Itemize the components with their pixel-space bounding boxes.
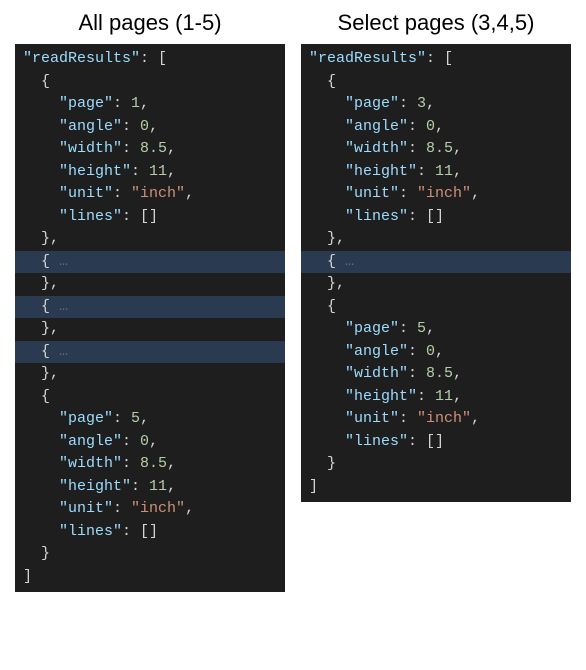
collapsed-fold[interactable]: { … (15, 251, 285, 274)
ellipsis-icon: … (336, 253, 354, 270)
code-line: { (301, 71, 571, 94)
code-line: }, (15, 273, 285, 296)
code-line: "angle": 0, (15, 116, 285, 139)
ellipsis-icon: … (50, 253, 68, 270)
code-line: }, (15, 318, 285, 341)
panel-title: All pages (1-5) (78, 10, 221, 36)
code-line: "page": 5, (15, 408, 285, 431)
code-line: "height": 11, (301, 386, 571, 409)
collapsed-fold[interactable]: { … (15, 341, 285, 364)
code-line: }, (301, 273, 571, 296)
panel-select-pages: Select pages (3,4,5) "readResults": [ { … (301, 10, 571, 592)
collapsed-fold[interactable]: { … (15, 296, 285, 319)
code-line: "lines": [] (15, 521, 285, 544)
ellipsis-icon: … (50, 298, 68, 315)
code-line: }, (15, 228, 285, 251)
code-line: ] (301, 476, 571, 499)
code-line: { (301, 296, 571, 319)
code-line: } (15, 543, 285, 566)
code-line: "width": 8.5, (301, 363, 571, 386)
code-line: "page": 1, (15, 93, 285, 116)
code-line: "page": 5, (301, 318, 571, 341)
code-line: }, (15, 363, 285, 386)
code-line: "readResults": [ (301, 48, 571, 71)
code-line: "height": 11, (301, 161, 571, 184)
code-line: }, (301, 228, 571, 251)
code-line: "readResults": [ (15, 48, 285, 71)
code-block-all-pages: "readResults": [ { "page": 1, "angle": 0… (15, 44, 285, 592)
code-line: { (15, 71, 285, 94)
code-line: "height": 11, (15, 161, 285, 184)
code-line: { (15, 386, 285, 409)
panel-title: Select pages (3,4,5) (338, 10, 535, 36)
comparison-container: All pages (1-5) "readResults": [ { "page… (10, 10, 576, 592)
code-line: "lines": [] (301, 431, 571, 454)
code-line: "angle": 0, (301, 341, 571, 364)
code-line: "width": 8.5, (15, 453, 285, 476)
code-line: "height": 11, (15, 476, 285, 499)
code-line: "unit": "inch", (301, 408, 571, 431)
code-line: ] (15, 566, 285, 589)
code-line: "unit": "inch", (301, 183, 571, 206)
code-line: "unit": "inch", (15, 498, 285, 521)
code-line: "page": 3, (301, 93, 571, 116)
code-line: "lines": [] (15, 206, 285, 229)
code-line: "width": 8.5, (301, 138, 571, 161)
code-line: "angle": 0, (15, 431, 285, 454)
ellipsis-icon: … (50, 343, 68, 360)
code-line: "lines": [] (301, 206, 571, 229)
code-line: "unit": "inch", (15, 183, 285, 206)
code-line: "angle": 0, (301, 116, 571, 139)
code-block-select-pages: "readResults": [ { "page": 3, "angle": 0… (301, 44, 571, 502)
collapsed-fold[interactable]: { … (301, 251, 571, 274)
panel-all-pages: All pages (1-5) "readResults": [ { "page… (15, 10, 285, 592)
code-line: } (301, 453, 571, 476)
code-line: "width": 8.5, (15, 138, 285, 161)
